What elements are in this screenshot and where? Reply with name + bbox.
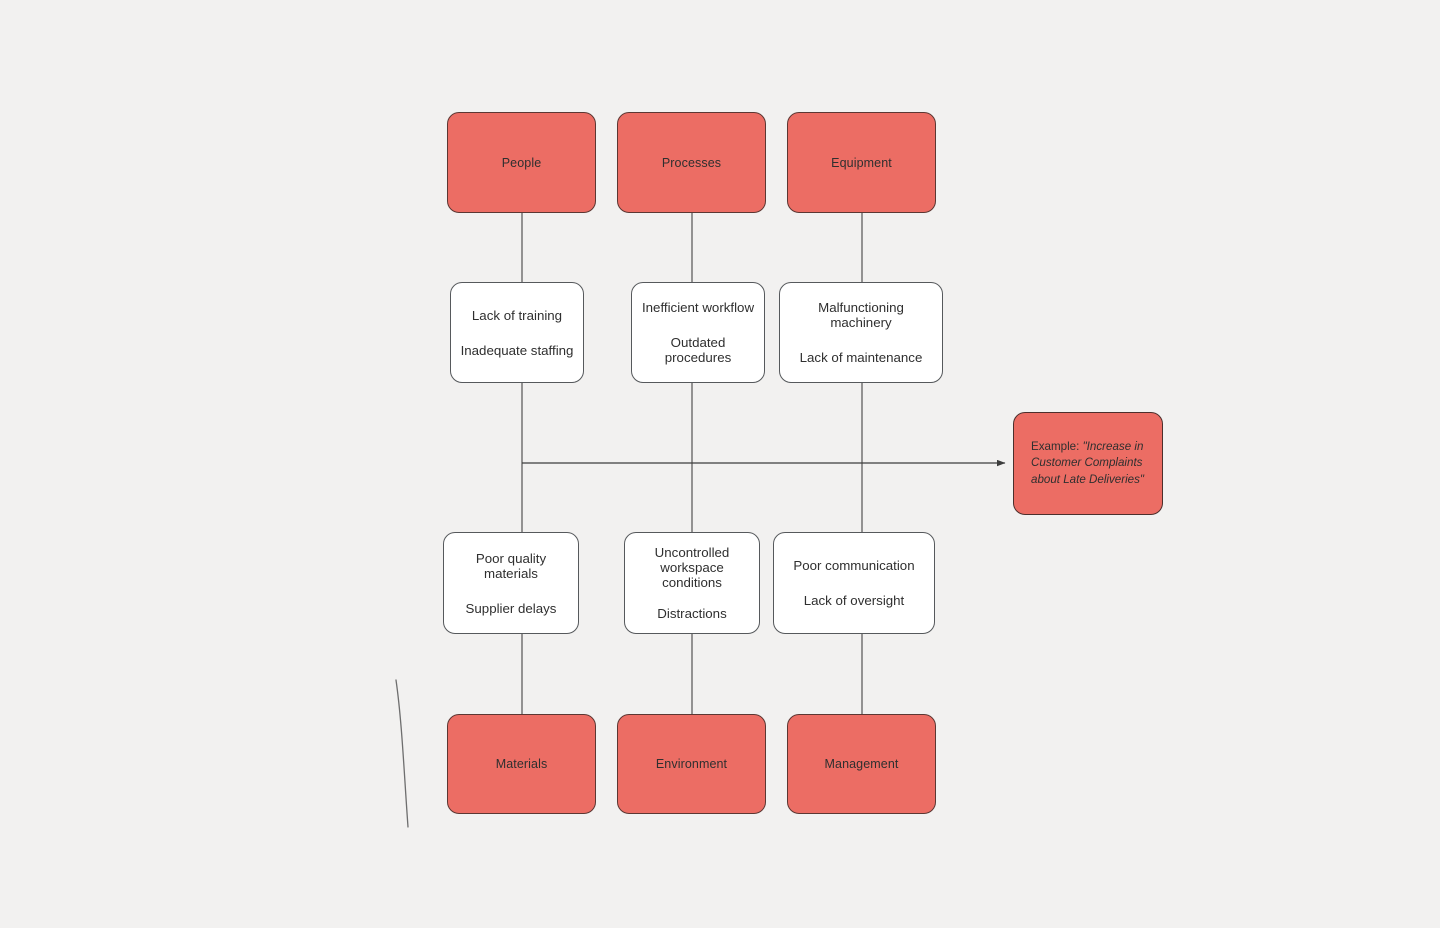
cause-text: Lack of oversight [803,593,905,608]
fishbone-diagram-canvas: People Processes Equipment Lack of train… [0,0,1440,928]
category-label: Equipment [831,155,892,170]
category-box-people[interactable]: People [447,112,596,213]
cause-text: Distractions [657,606,727,621]
cause-text: Outdated procedures [664,335,732,365]
effect-text: Example: "Increase in Customer Complaint… [1031,439,1145,488]
cause-text: Lack of maintenance [799,350,923,365]
category-box-environment[interactable]: Environment [617,714,766,814]
stray-ink-stroke [395,679,409,828]
cause-box-processes[interactable]: Inefficient workflow Outdated procedures [631,282,765,383]
category-label: Environment [655,757,728,771]
cause-text: Uncontrolled workspace conditions [654,545,730,590]
cause-text: Malfunctioning machinery [818,300,904,330]
category-label: Processes [661,155,722,170]
cause-text: Supplier delays [465,600,557,616]
category-box-processes[interactable]: Processes [617,112,766,213]
cause-text: Poor quality materials [475,550,547,581]
cause-box-people[interactable]: Lack of training Inadequate staffing [450,282,584,383]
effect-box-example[interactable]: Example: "Increase in Customer Complaint… [1013,412,1163,515]
category-box-management[interactable]: Management [787,714,936,814]
category-box-materials[interactable]: Materials [447,714,596,814]
category-box-equipment[interactable]: Equipment [787,112,936,213]
cause-text: Lack of training [471,307,563,323]
cause-text: Inadequate staffing [460,342,574,358]
category-label: Materials [495,757,548,771]
cause-box-materials[interactable]: Poor quality materials Supplier delays [443,532,579,634]
cause-text: Inefficient workflow [641,300,755,315]
cause-box-environment[interactable]: Uncontrolled workspace conditions Distra… [624,532,760,634]
cause-box-equipment[interactable]: Malfunctioning machinery Lack of mainten… [779,282,943,383]
cause-text: Poor communication [793,558,915,573]
cause-box-management[interactable]: Poor communication Lack of oversight [773,532,935,634]
category-label: Management [824,757,899,771]
effect-label: Example: [1031,439,1080,453]
category-label: People [501,155,542,170]
